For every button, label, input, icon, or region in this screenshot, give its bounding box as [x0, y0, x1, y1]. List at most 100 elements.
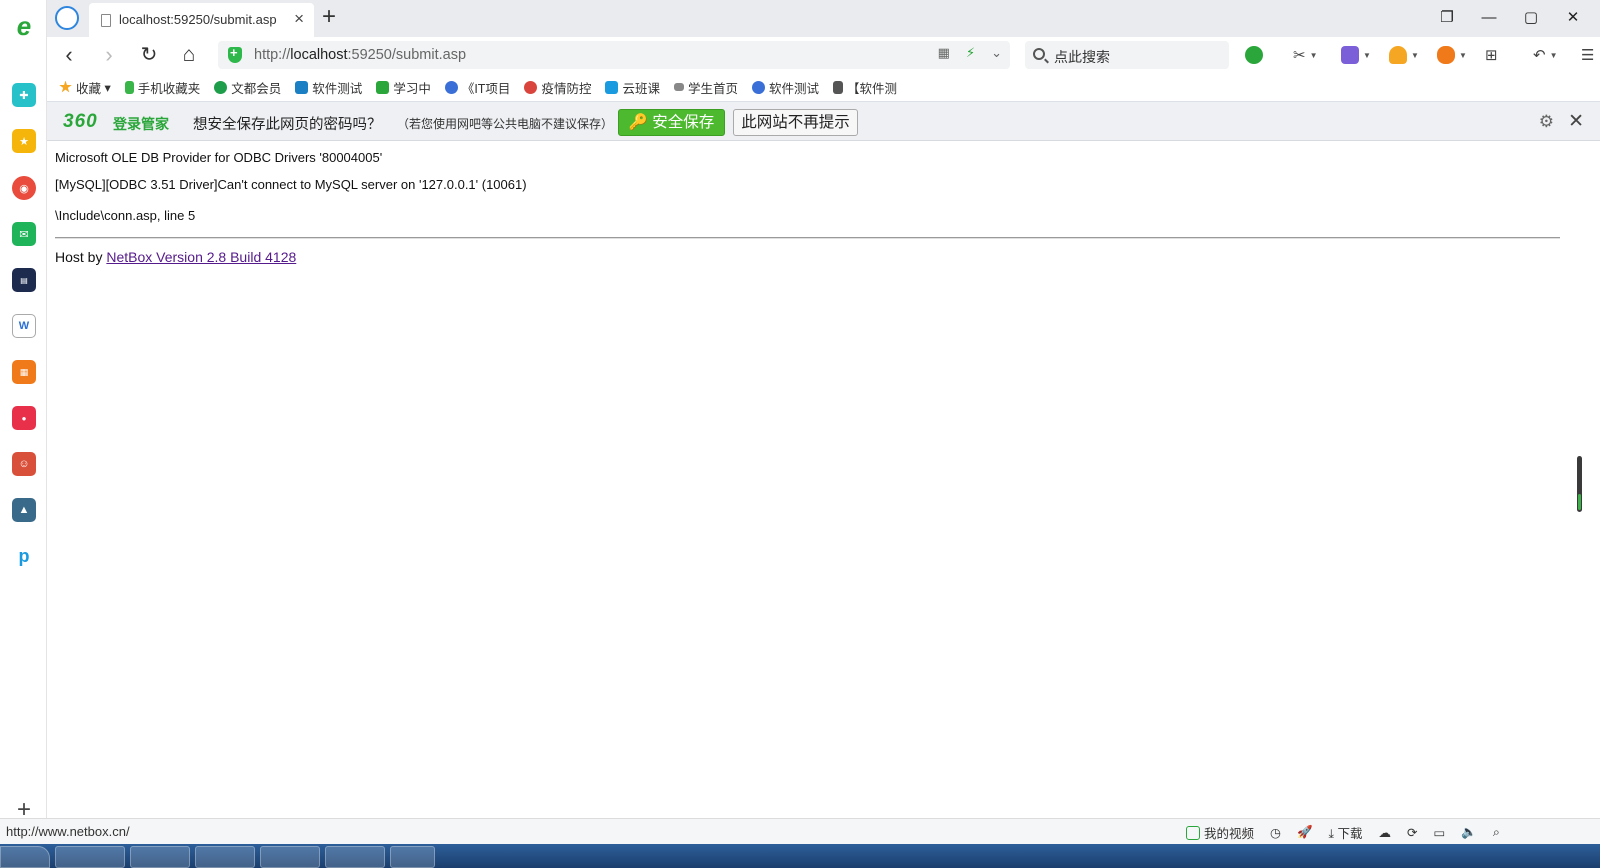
bookmark-item[interactable]: 手机收藏夹 — [124, 77, 200, 97]
download-button[interactable]: ⤓ 下载 — [1329, 823, 1363, 842]
coupon-icon[interactable]: ▼ — [1389, 43, 1423, 67]
bookmark-item[interactable]: 文都会员 — [214, 77, 281, 97]
health-app-icon[interactable]: ✚ — [12, 83, 36, 107]
translate-icon[interactable]: ▼ — [1341, 43, 1375, 67]
start-button[interactable] — [0, 846, 50, 868]
reload-button[interactable]: ↻ — [135, 41, 163, 69]
cloud-status-icon[interactable]: ☁ — [1379, 825, 1392, 840]
gear-icon[interactable]: ⚙ — [1539, 112, 1554, 132]
close-icon[interactable]: ✕ — [1568, 110, 1584, 133]
paw-icon — [444, 80, 458, 94]
save-password-question: 想安全保存此网页的密码吗？ — [193, 117, 382, 133]
bookmark-item[interactable]: 学习中 — [376, 77, 431, 97]
bookmark-item[interactable]: 软件测试 — [295, 77, 362, 97]
error-detail: [MySQL][ODBC 3.51 Driver]Can't connect t… — [55, 177, 527, 192]
volume-icon[interactable]: 🔈 — [1461, 825, 1477, 840]
secure-save-button[interactable]: 🔑 安全保存 — [618, 109, 725, 136]
address-dropdown-icon[interactable]: ⌄ — [991, 45, 1002, 61]
skin-icon[interactable]: ❐ — [1428, 5, 1466, 31]
star-icon — [59, 80, 72, 93]
forward-button[interactable]: › — [95, 41, 123, 69]
qr-code-icon[interactable]: ▦ — [938, 45, 950, 61]
address-toolbar: ‹ › ↻ ⌂ http://localhost:59250/submit.as… — [47, 37, 1600, 73]
address-bar[interactable]: http://localhost:59250/submit.asp ▦ ⚡ ⌄ — [218, 41, 1010, 69]
app-sidebar: e ✚ ★ ◉ ✉ ▤ W ▦ ● ☺ ▲ p + — [0, 0, 47, 838]
navigation-arrow-icon[interactable] — [55, 6, 79, 30]
back-button[interactable]: ‹ — [55, 41, 83, 69]
flag-icon — [295, 80, 309, 94]
bookmark-item[interactable]: 【软件测 — [833, 77, 897, 97]
security-shield-icon[interactable] — [228, 45, 242, 63]
taskbar-item[interactable] — [130, 846, 190, 868]
url-text[interactable]: http://localhost:59250/submit.asp — [254, 47, 466, 63]
menu-icon[interactable]: ☰ — [1581, 43, 1600, 67]
video-icon — [1186, 826, 1200, 840]
speed-mode-icon[interactable]: ⚡ — [966, 45, 975, 61]
window-controls: ❐ — ▢ ✕ — [1428, 5, 1592, 31]
my-video-button[interactable]: 我的视频 — [1186, 823, 1254, 842]
game-character-icon[interactable]: ☺ — [12, 452, 36, 476]
mail-icon[interactable]: ✉ — [12, 222, 36, 246]
game-controller-icon[interactable]: ▼ — [1437, 43, 1471, 67]
weibo-icon[interactable]: ◉ — [12, 176, 36, 200]
game-scene-icon[interactable]: ▲ — [12, 498, 36, 522]
search-icon — [1033, 48, 1045, 60]
favorites-star-icon[interactable]: ★ — [12, 129, 36, 153]
rocket-icon[interactable]: 🚀 — [1297, 825, 1313, 840]
p-app-icon[interactable]: p — [12, 544, 36, 568]
host-line: Host by NetBox Version 2.8 Build 4128 — [55, 249, 296, 265]
screenshot-scissors-icon[interactable]: ✂ ▼ — [1293, 43, 1327, 67]
page-icon — [101, 14, 111, 27]
green-extension-icon[interactable] — [1245, 43, 1279, 67]
taskbar-item[interactable] — [325, 846, 385, 868]
never-for-site-button[interactable]: 此网站不再提示 — [733, 109, 858, 136]
netbox-link[interactable]: NetBox Version 2.8 Build 4128 — [106, 249, 296, 265]
bookmark-item[interactable]: 《IT项目 — [444, 77, 510, 97]
document-icon[interactable]: W — [12, 314, 36, 338]
phone-icon — [124, 80, 134, 94]
toolbar-extensions: ✂ ▼ ▼ ▼ ▼ ⊞ ↶ ▼ ☰ — [1245, 43, 1600, 67]
undo-icon[interactable]: ↶ ▼ — [1533, 43, 1567, 67]
novel-app-icon[interactable]: ▦ — [12, 360, 36, 384]
bookmark-favorites[interactable]: 收藏 ▾ — [59, 77, 111, 97]
person-icon — [833, 80, 843, 94]
status-actions: 我的视频 ◷ 🚀 ⤓ 下载 ☁ ⟳ ▭ 🔈 ⌕ — [1186, 823, 1500, 842]
status-bar: http://www.netbox.cn/ 我的视频 ◷ 🚀 ⤓ 下载 ☁ ⟳ … — [0, 818, 1600, 844]
bookmark-item[interactable]: 云班课 — [605, 77, 660, 97]
bookmark-item[interactable]: 疫情防控 — [524, 77, 591, 97]
new-tab-icon[interactable]: + — [322, 3, 336, 31]
host-prefix: Host by — [55, 249, 107, 265]
search-input[interactable]: 点此搜索 — [1054, 47, 1110, 67]
window-icon[interactable]: ▭ — [1434, 825, 1446, 840]
home-button[interactable]: ⌂ — [175, 41, 203, 69]
public-computer-hint: （若您使用网吧等公共电脑不建议保存） — [397, 117, 614, 131]
tab-close-icon[interactable]: × — [294, 9, 304, 29]
tab-active[interactable]: localhost:59250/submit.asp × — [89, 3, 314, 37]
tab-title: localhost:59250/submit.asp — [119, 12, 277, 27]
taskbar-item[interactable] — [55, 846, 125, 868]
signal-icon — [673, 83, 684, 91]
browser-logo-icon[interactable]: e — [12, 11, 36, 41]
bookmark-item[interactable]: 学生首页 — [673, 77, 738, 97]
speed-icon[interactable]: ◷ — [1270, 825, 1281, 840]
bookmark-item[interactable]: 软件测试 — [751, 77, 819, 97]
status-url: http://www.netbox.cn/ — [6, 824, 130, 839]
taskbar-item[interactable] — [195, 846, 255, 868]
no-entry-icon — [524, 80, 538, 94]
error-file-location: \Include\conn.asp, line 5 — [55, 208, 196, 223]
scrollbar[interactable] — [1568, 141, 1600, 818]
taskbar-item[interactable] — [260, 846, 320, 868]
page-content: Microsoft OLE DB Provider for ODBC Drive… — [55, 141, 1560, 821]
divider — [55, 237, 1560, 239]
zoom-icon[interactable]: ⌕ — [1493, 825, 1500, 840]
game-app-icon[interactable]: ▤ — [12, 268, 36, 292]
redbook-app-icon[interactable]: ● — [12, 406, 36, 430]
scroll-thumb[interactable] — [1577, 456, 1582, 512]
minimize-button[interactable]: — — [1470, 5, 1508, 31]
search-box[interactable]: 点此搜索 — [1025, 41, 1229, 69]
taskbar-item[interactable] — [390, 846, 435, 868]
maximize-button[interactable]: ▢ — [1512, 5, 1550, 31]
history-icon[interactable]: ⟳ — [1407, 825, 1417, 840]
apps-grid-icon[interactable]: ⊞ — [1485, 43, 1519, 67]
close-window-button[interactable]: ✕ — [1554, 5, 1592, 31]
